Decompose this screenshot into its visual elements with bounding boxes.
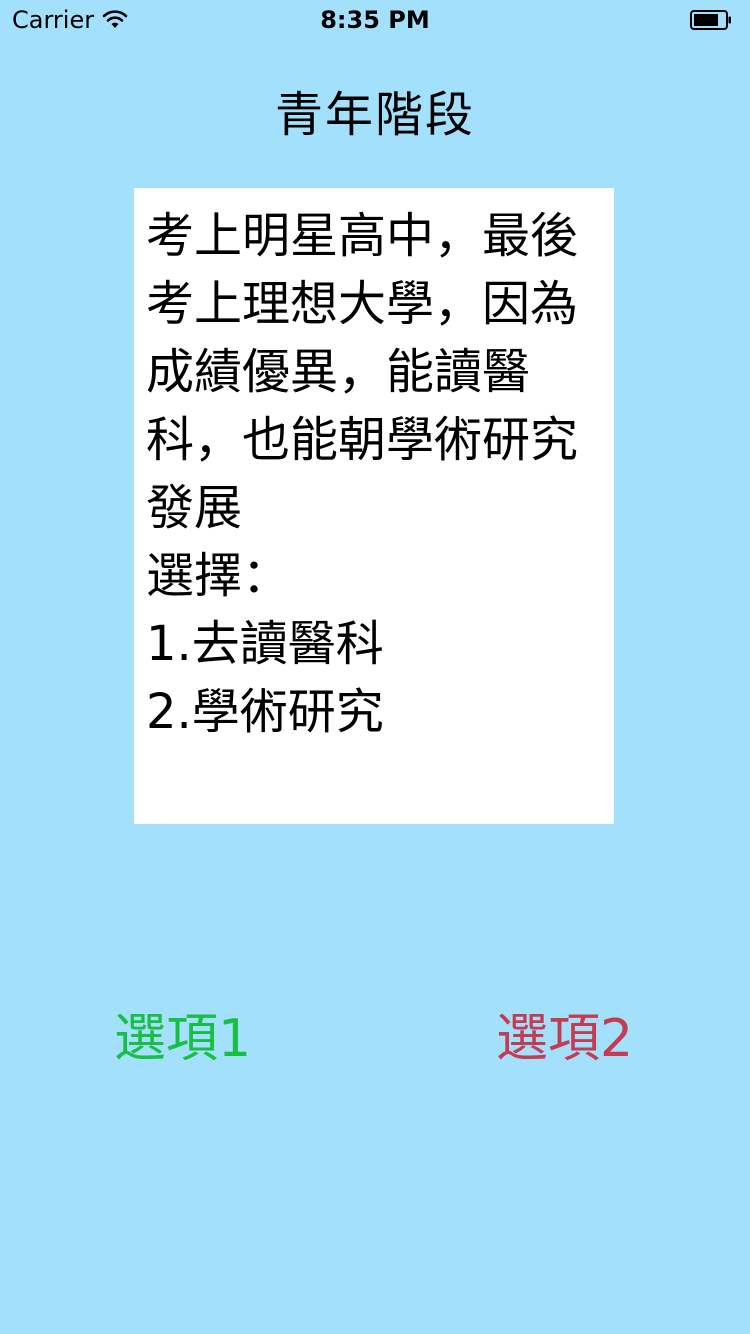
battery-icon: [690, 10, 732, 30]
option-2-button[interactable]: 選項2: [496, 1004, 633, 1074]
story-text: 考上明星高中，最後考上理想大學，因為成績優異，能讀醫科，也能朝學術研究發展 選擇…: [146, 208, 579, 740]
story-box: 考上明星高中，最後考上理想大學，因為成績優異，能讀醫科，也能朝學術研究發展 選擇…: [134, 188, 614, 824]
status-bar: Carrier 8:35 PM: [0, 0, 750, 40]
clock: 8:35 PM: [320, 6, 430, 34]
page-title: 青年階段: [274, 87, 475, 143]
option-1-button[interactable]: 選項1: [114, 1004, 251, 1074]
